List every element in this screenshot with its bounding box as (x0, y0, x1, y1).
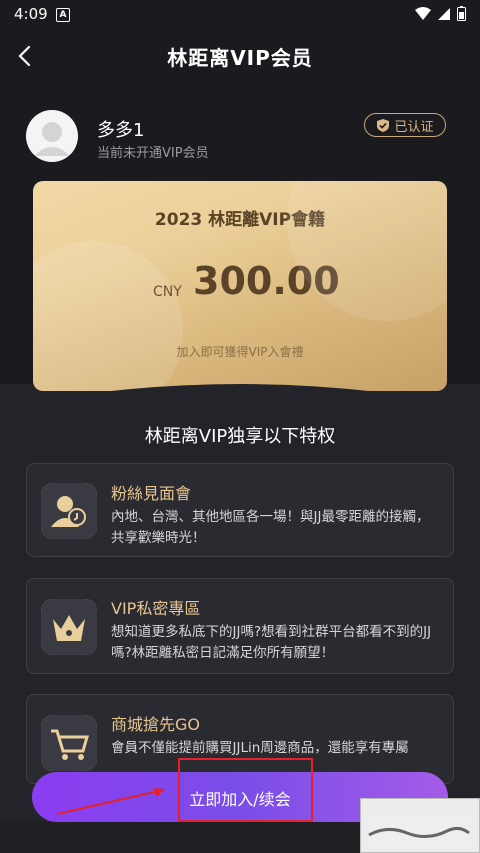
feature-card-fan-meeting: 粉絲見面會 內地、台灣、其他地區各一場！與JJ最零距離的接觸，共享歡樂時光！ (26, 463, 454, 557)
verified-badge-label: 已认证 (394, 119, 434, 135)
notification-a-icon: A (56, 8, 70, 22)
user-name: 多多1 (97, 120, 145, 141)
feature-description: 會員不僅能提前購買JJLin周邊商品，還能享有專屬 (111, 740, 409, 756)
card-currency: CNY (153, 284, 182, 300)
membership-card: 2023 林距離VIP會籍 CNY 300.00 加入即可獲得VIP入會禮 (33, 181, 447, 391)
battery-icon (457, 6, 466, 21)
card-price: 300.00 (193, 259, 340, 303)
feature-title: VIP私密專區 (111, 599, 201, 618)
feature-description: 想知道更多私底下的JJ嗎?想看到社群平台都看不到的JJ嗎?林距離私密日記滿足你所… (111, 624, 432, 661)
shield-check-icon (377, 118, 390, 132)
shopping-cart-icon (41, 715, 97, 771)
avatar[interactable] (26, 110, 78, 162)
user-vip-status: 当前未开通VIP会员 (97, 146, 209, 161)
wifi-icon (415, 6, 431, 20)
corner-thumbnail (360, 798, 480, 853)
annotation-highlight-box (178, 758, 313, 822)
signal-icon (438, 7, 450, 20)
page-title: 林距离VIP会员 (167, 46, 313, 70)
privileges-title: 林距离VIP独享以下特权 (144, 426, 336, 447)
app-header: 林距离VIP会员 (0, 28, 480, 84)
status-icons (415, 6, 466, 21)
annotation-arrow-icon (56, 788, 165, 815)
feature-card-vip-zone: VIP私密專區 想知道更多私底下的JJ嗎?想看到社群平台都看不到的JJ嗎?林距離… (26, 578, 454, 674)
feature-description: 內地、台灣、其他地區各一場！與JJ最零距離的接觸，共享歡樂時光！ (111, 509, 430, 546)
verified-badge: 已认证 (364, 113, 446, 137)
fan-meeting-icon (41, 483, 97, 539)
status-bar: 4:09 A (0, 0, 480, 28)
thumbnail-sketch-icon (367, 817, 471, 847)
default-avatar-icon (26, 110, 78, 162)
feature-title: 商城搶先GO (111, 715, 200, 734)
crown-icon (41, 599, 97, 655)
feature-title: 粉絲見面會 (111, 484, 192, 503)
card-title: 2023 林距離VIP會籍 (154, 210, 326, 230)
card-subtitle: 加入即可獲得VIP入會禮 (176, 345, 304, 359)
status-time: 4:09 (14, 5, 48, 23)
